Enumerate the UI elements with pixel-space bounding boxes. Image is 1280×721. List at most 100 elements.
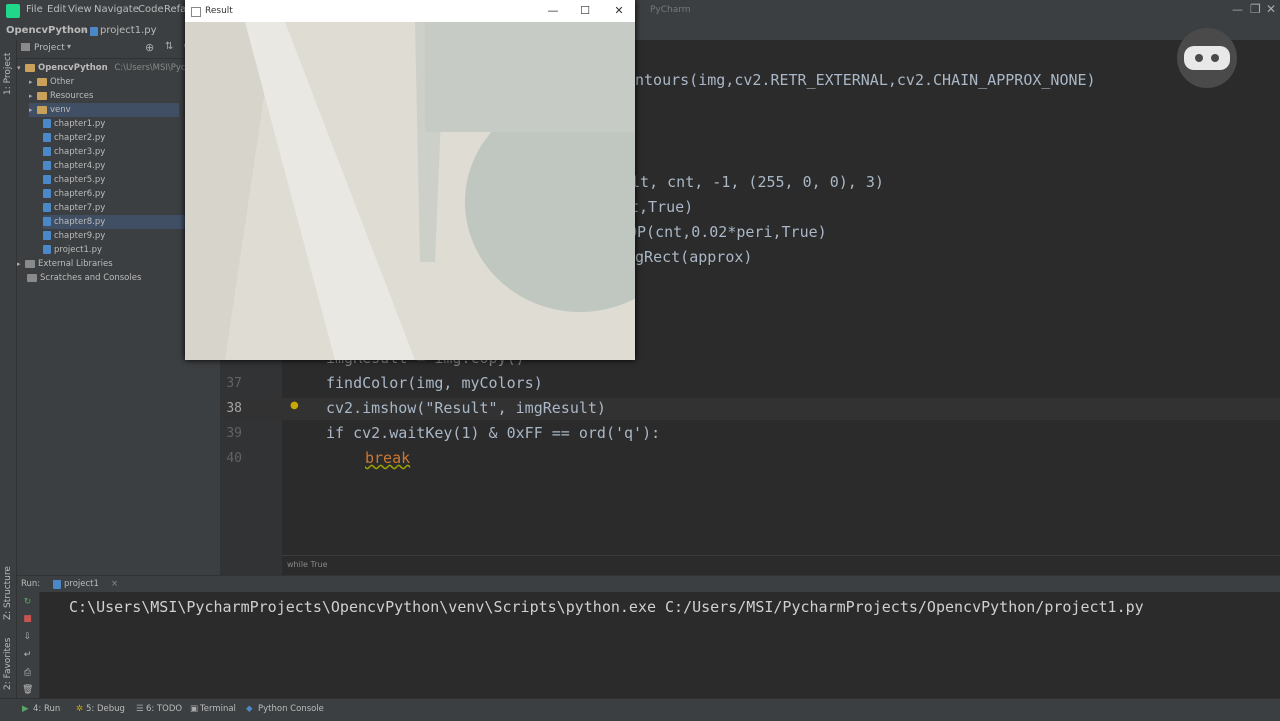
breadcrumb-project[interactable]: OpencvPython xyxy=(6,25,88,36)
trash-icon[interactable]: 🗑 xyxy=(22,685,33,696)
maximize-button[interactable]: ☐ xyxy=(577,3,593,19)
bottom-tool-bar: ▶ 4: Run ✲ 5: Debug ☰ 6: TODO ▣ Terminal… xyxy=(0,698,1280,721)
tab-favorites[interactable]: 2: Favorites xyxy=(3,638,13,690)
menu-view[interactable]: View xyxy=(68,4,92,15)
tree-item-file[interactable]: chapter2.py xyxy=(43,131,105,145)
code-fragment: ngRect(approx) xyxy=(626,248,753,266)
code-fragment: t,True) xyxy=(630,198,694,216)
soft-wrap-icon[interactable]: ↵ xyxy=(22,650,33,661)
result-window-titlebar[interactable]: Result — ☐ ✕ xyxy=(185,0,635,22)
folder-icon xyxy=(25,63,35,72)
run-panel: Run: project1 × ↻ ■ ⇩ ↵ ⎙ 🗑 C:\Users\MSI… xyxy=(17,575,1280,699)
webcam-frame-image xyxy=(185,22,635,360)
tree-item-scratches[interactable]: Scratches and Consoles xyxy=(27,271,141,285)
tree-item-file[interactable]: chapter7.py xyxy=(43,201,105,215)
code-line: break xyxy=(365,449,411,467)
pycharm-logo-icon xyxy=(6,4,20,18)
tree-item-folder[interactable]: ▸ Other xyxy=(29,75,74,89)
maximize-icon[interactable]: ❐ xyxy=(1250,2,1261,16)
code-line: findColor(img, myColors) xyxy=(326,374,543,392)
tree-item-file[interactable]: chapter5.py xyxy=(43,173,105,187)
python-file-icon xyxy=(43,119,51,128)
menu-navigate[interactable]: Navigate xyxy=(94,4,139,15)
breadcrumb-file[interactable]: project1.py xyxy=(100,25,157,36)
editor-breadcrumb-bar: while True xyxy=(282,555,1280,576)
tree-item-file[interactable]: project1.py xyxy=(43,243,102,257)
run-tab-label: Run: xyxy=(21,579,41,589)
python-file-icon xyxy=(90,27,98,36)
menu-code[interactable]: Code xyxy=(138,4,164,15)
expand-arrow-icon: ▾ xyxy=(17,64,21,72)
tab-structure[interactable]: Z: Structure xyxy=(3,566,13,620)
chevron-down-icon[interactable]: ▾ xyxy=(67,42,71,51)
project-panel-title[interactable]: Project xyxy=(34,43,65,53)
locate-icon[interactable]: ⊕ xyxy=(145,41,154,54)
chevron-right-icon: › xyxy=(82,25,86,36)
line-number: 38 xyxy=(226,401,242,416)
run-panel-header: Run: project1 × xyxy=(17,576,1280,592)
menu-edit[interactable]: Edit xyxy=(47,4,66,15)
run-config-name[interactable]: project1 xyxy=(64,579,99,589)
expand-arrow-icon: ▸ xyxy=(17,260,21,268)
minimize-icon[interactable]: — xyxy=(1232,3,1243,16)
close-tab-icon[interactable]: × xyxy=(111,579,118,589)
tree-item-file[interactable]: chapter4.py xyxy=(43,159,105,173)
python-file-icon xyxy=(43,217,51,226)
python-file-icon xyxy=(43,245,51,254)
tab-todo[interactable]: 6: TODO xyxy=(146,704,182,714)
scratches-icon xyxy=(27,273,37,282)
python-file-icon xyxy=(43,133,51,142)
tab-run[interactable]: 4: Run xyxy=(33,704,60,714)
debug-icon: ✲ xyxy=(76,704,84,714)
result-window[interactable]: Result — ☐ ✕ xyxy=(185,0,635,360)
code-line: cv2.imshow("Result", imgResult) xyxy=(326,399,606,417)
tab-terminal[interactable]: Terminal xyxy=(200,704,236,714)
tree-item-file[interactable]: chapter3.py xyxy=(43,145,105,159)
close-icon[interactable]: ✕ xyxy=(1266,2,1276,16)
tree-item-file[interactable]: chapter8.py xyxy=(43,215,193,229)
line-number: 39 xyxy=(226,426,242,441)
project-view-icon xyxy=(21,43,30,51)
line-number: 37 xyxy=(226,376,242,391)
code-fragment: ult, cnt, -1, (255, 0, 0), 3) xyxy=(622,173,884,191)
collapse-icon[interactable]: ⇅ xyxy=(165,41,173,52)
python-file-icon xyxy=(43,189,51,198)
menu-file[interactable]: File xyxy=(26,4,43,15)
tree-item-external-libraries[interactable]: ▸ External Libraries xyxy=(17,257,113,271)
expand-arrow-icon: ▸ xyxy=(29,106,33,114)
code-fragment: OP(cnt,0.02*peri,True) xyxy=(628,223,827,241)
tree-root[interactable]: ▾ OpencvPython C:\Users\MSI\Pycharm xyxy=(17,61,208,75)
print-icon[interactable]: ⎙ xyxy=(22,668,33,679)
terminal-icon: ▣ xyxy=(190,704,199,714)
robot-logo-icon xyxy=(1172,28,1242,90)
window-icon xyxy=(191,7,201,17)
window-title: PyCharm xyxy=(650,5,691,15)
tree-item-folder[interactable]: ▸ Resources xyxy=(29,89,93,103)
tab-python-console[interactable]: Python Console xyxy=(258,704,324,714)
left-tool-stripe: 1: Project Z: Structure 2: Favorites xyxy=(0,40,17,700)
tree-item-folder[interactable]: ▸ venv xyxy=(29,103,179,117)
code-line: if cv2.waitKey(1) & 0xFF == ord('q'): xyxy=(326,424,661,442)
todo-icon: ☰ xyxy=(136,704,144,714)
result-window-title: Result xyxy=(205,6,233,16)
python-file-icon xyxy=(43,231,51,240)
close-button[interactable]: ✕ xyxy=(611,3,627,19)
lightbulb-icon[interactable]: ● xyxy=(290,400,299,411)
minimize-button[interactable]: — xyxy=(545,3,561,19)
editor-breadcrumb[interactable]: while True xyxy=(287,560,328,569)
tab-debug[interactable]: 5: Debug xyxy=(86,704,125,714)
python-console-icon: ◆ xyxy=(246,704,253,714)
tree-item-file[interactable]: chapter6.py xyxy=(43,187,105,201)
folder-icon xyxy=(37,77,47,86)
scroll-to-end-icon[interactable]: ⇩ xyxy=(22,632,33,643)
stop-icon[interactable]: ■ xyxy=(22,614,33,625)
python-file-icon xyxy=(53,580,61,589)
tree-item-file[interactable]: chapter1.py xyxy=(43,117,105,131)
tab-project[interactable]: 1: Project xyxy=(3,53,13,95)
console-output[interactable]: C:\Users\MSI\PycharmProjects\OpencvPytho… xyxy=(69,598,1144,616)
menu-refactor[interactable]: Refa xyxy=(164,4,186,15)
python-file-icon xyxy=(43,161,51,170)
line-number: 40 xyxy=(226,451,242,466)
tree-item-file[interactable]: chapter9.py xyxy=(43,229,105,243)
rerun-icon[interactable]: ↻ xyxy=(22,597,33,608)
